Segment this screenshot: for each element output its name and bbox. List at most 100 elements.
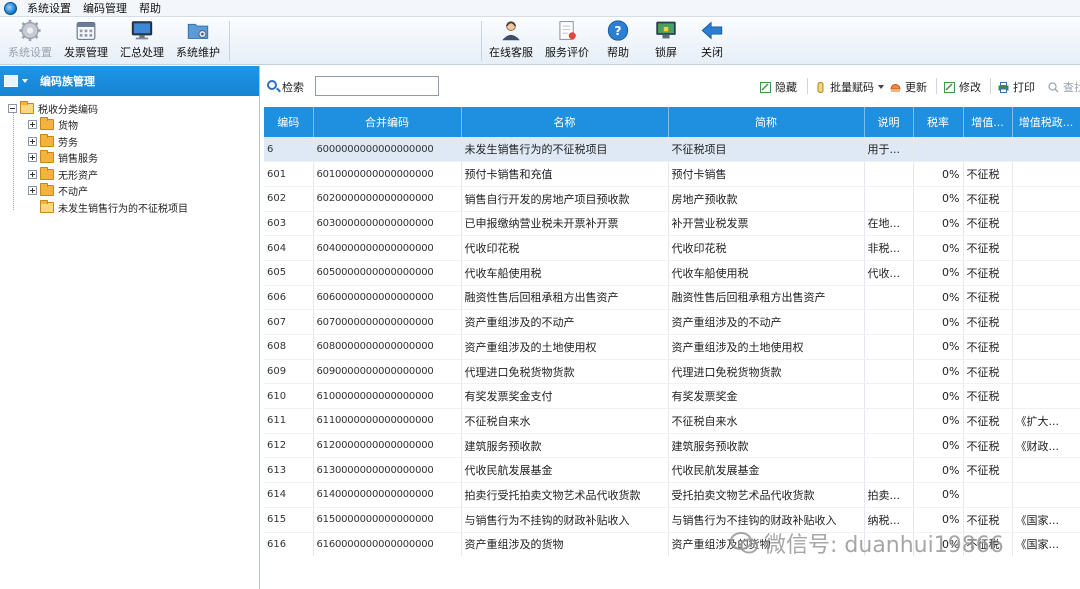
expand-icon[interactable] xyxy=(28,136,37,146)
cell-merged-code: 6010000000000000000 xyxy=(313,161,462,187)
tree-node-non-taxable[interactable]: 未发生销售行为的不征税项目 xyxy=(0,199,259,216)
chevron-down-icon[interactable] xyxy=(878,85,884,89)
tree-node-label: 未发生销售行为的不征税项目 xyxy=(58,203,188,215)
cell-merged-code: 6030000000000000000 xyxy=(313,211,462,237)
cell-vat-policy xyxy=(1012,211,1080,237)
close-button[interactable]: 关闭 xyxy=(691,19,733,63)
cell-tax-rate: 0% xyxy=(913,457,964,484)
table-row[interactable]: 603 6030000000000000000 已申报缴纳营业税未开票补开票 补开营业… xyxy=(264,211,1080,237)
code-family-header: 编码族管理 xyxy=(0,66,259,96)
table-row[interactable]: 606 6060000000000000000 融资性售后回租承租方出售资产 融资性售… xyxy=(264,285,1080,311)
code-list-panel: 检索 隐藏 批量赋码 更新 修改 打印 查找 编码 合并编码 名称 简称 说明 … xyxy=(262,66,1080,589)
tree-node-intangible-assets[interactable]: 无形资产 xyxy=(0,166,259,183)
system-settings-label: 系统设置 xyxy=(8,46,52,59)
table-row[interactable]: 6 6000000000000000000 未发生销售行为的不征税项目 不征税项目 用于… xyxy=(264,137,1080,163)
table-row[interactable]: 610 6100000000000000000 有奖发票奖金支付 有奖发票奖金 0% 不征… xyxy=(264,383,1080,410)
cell-name: 拍卖行受托拍卖文物艺术品代收货款 xyxy=(461,482,669,508)
cell-code: 604 xyxy=(264,235,314,261)
tree-node-sales-services[interactable]: 销售服务 xyxy=(0,150,259,167)
menu-system-settings[interactable]: 系统设置 xyxy=(23,0,79,17)
table-row[interactable]: 614 6140000000000000000 拍卖行受托拍卖文物艺术品代收货款 受托… xyxy=(264,482,1080,508)
cell-merged-code: 6110000000000000000 xyxy=(313,408,462,434)
table-row[interactable]: 615 6150000000000000000 与销售行为不挂钩的财政补贴收入 与销售… xyxy=(264,507,1080,533)
cell-code: 613 xyxy=(264,457,314,484)
column-header-vat[interactable]: 增值... xyxy=(963,107,1013,137)
menu-help[interactable]: 帮助 xyxy=(135,0,169,17)
cell-name: 融资性售后回租承租方出售资产 xyxy=(461,285,669,311)
cell-tax-rate: 0% xyxy=(913,186,964,212)
table-row[interactable]: 609 6090000000000000000 代理进口免税货物货款 代理进口免税货物… xyxy=(264,359,1080,385)
cell-merged-code: 6050000000000000000 xyxy=(313,260,462,286)
cell-tax-rate xyxy=(913,137,964,163)
cell-tax-rate: 0% xyxy=(913,235,964,261)
cell-description: 在地... xyxy=(864,211,914,237)
table-row[interactable]: 611 6110000000000000000 不征税自来水 不征税自来水 0% 不征税《… xyxy=(264,408,1080,434)
cell-short-name: 资产重组涉及的不动产 xyxy=(668,309,865,335)
service-evaluation-button[interactable]: 服务评价 xyxy=(541,19,593,63)
column-header-code[interactable]: 编码 xyxy=(264,107,314,137)
column-header-merged-code[interactable]: 合并编码 xyxy=(313,107,462,137)
column-header-short-name[interactable]: 简称 xyxy=(668,107,865,137)
column-header-vat-policy[interactable]: 增值税政... xyxy=(1012,107,1080,137)
hide-button[interactable]: 隐藏 xyxy=(760,79,797,95)
invoice-management-button[interactable]: 发票管理 xyxy=(60,19,112,63)
cell-merged-code: 6100000000000000000 xyxy=(313,383,462,410)
table-row[interactable]: 612 6120000000000000000 建筑服务预收款 建筑服务预收款 0% 不征… xyxy=(264,433,1080,459)
table-row[interactable]: 613 6130000000000000000 代收民航发展基金 代收民航发展基金 0%… xyxy=(264,457,1080,484)
cell-name: 有奖发票奖金支付 xyxy=(461,383,669,410)
help-button[interactable]: ? 帮助 xyxy=(597,19,639,63)
expand-icon[interactable] xyxy=(28,169,37,179)
search-input[interactable] xyxy=(315,76,439,96)
online-support-button[interactable]: 在线客服 xyxy=(485,19,537,63)
update-button[interactable]: 更新 xyxy=(890,79,927,95)
folder-icon xyxy=(40,150,54,164)
toolbar-divider xyxy=(481,21,482,61)
find-label: 查找 xyxy=(1063,81,1080,94)
cell-code: 607 xyxy=(264,309,314,335)
column-header-tax-rate[interactable]: 税率 xyxy=(913,107,964,137)
tree-node-root[interactable]: 税收分类编码 xyxy=(0,100,259,117)
tree-node-labor[interactable]: 劳务 xyxy=(0,133,259,150)
tree-node-goods[interactable]: 货物 xyxy=(0,117,259,134)
column-header-description[interactable]: 说明 xyxy=(864,107,914,137)
tree-node-real-estate[interactable]: 不动产 xyxy=(0,183,259,200)
table-row[interactable]: 616 6160000000000000000 资产重组涉及的货物 资产重组涉及的货物… xyxy=(264,532,1080,556)
cell-short-name: 补开营业税发票 xyxy=(668,211,865,237)
system-maintenance-button[interactable]: 系统维护 xyxy=(172,19,224,63)
modify-button[interactable]: 修改 xyxy=(944,79,981,95)
expand-icon[interactable] xyxy=(28,153,37,163)
chevron-down-icon[interactable] xyxy=(22,79,28,83)
cell-code: 608 xyxy=(264,334,314,360)
cell-vat-policy xyxy=(1012,383,1080,410)
expand-icon[interactable] xyxy=(28,186,37,196)
table-row[interactable]: 605 6050000000000000000 代收车船使用税 代收车船使用税 代收..… xyxy=(264,260,1080,286)
cell-short-name: 不征税项目 xyxy=(668,137,865,163)
batch-code-button[interactable]: 批量赋码 xyxy=(815,79,884,95)
monitor-icon xyxy=(131,21,153,40)
table-row[interactable]: 604 6040000000000000000 代收印花税 代收印花税 非税... 0% 不… xyxy=(264,235,1080,261)
main-toolbar: 系统设置 发票管理 汇总处理 系统维护 在线客服 服务评价 ? 帮助 锁屏 关闭 xyxy=(0,17,1080,65)
column-header-name[interactable]: 名称 xyxy=(461,107,669,137)
collapse-icon[interactable] xyxy=(8,103,17,113)
summary-processing-button[interactable]: 汇总处理 xyxy=(116,19,168,63)
print-button[interactable]: 打印 xyxy=(998,79,1035,95)
expand-icon[interactable] xyxy=(28,120,37,130)
tax-code-grid: 编码 合并编码 名称 简称 说明 税率 增值... 增值税政... 6 60000… xyxy=(264,107,1080,556)
cell-description: 纳税... xyxy=(864,507,914,533)
lock-screen-button[interactable]: 锁屏 xyxy=(645,19,687,63)
tree-node-label: 销售服务 xyxy=(58,154,98,166)
find-button[interactable]: 查找 xyxy=(1048,79,1080,95)
print-label: 打印 xyxy=(1013,81,1035,94)
close-label: 关闭 xyxy=(701,46,723,59)
edit-icon xyxy=(760,81,771,93)
table-row[interactable]: 601 6010000000000000000 预付卡销售和充值 预付卡销售 0% 不征税 xyxy=(264,161,1080,187)
table-row[interactable]: 607 6070000000000000000 资产重组涉及的不动产 资产重组涉及的不… xyxy=(264,309,1080,335)
system-settings-button[interactable]: 系统设置 xyxy=(4,19,56,63)
hide-label: 隐藏 xyxy=(775,81,797,94)
cell-vat: 不征税 xyxy=(963,383,1013,410)
cell-merged-code: 6000000000000000000 xyxy=(313,137,462,163)
table-row[interactable]: 608 6080000000000000000 资产重组涉及的土地使用权 资产重组涉及… xyxy=(264,334,1080,360)
menu-code-management[interactable]: 编码管理 xyxy=(79,0,135,17)
panel-menu-icon[interactable] xyxy=(4,75,18,87)
table-row[interactable]: 602 6020000000000000000 销售自行开发的房地产项目预收款 房地产… xyxy=(264,186,1080,212)
